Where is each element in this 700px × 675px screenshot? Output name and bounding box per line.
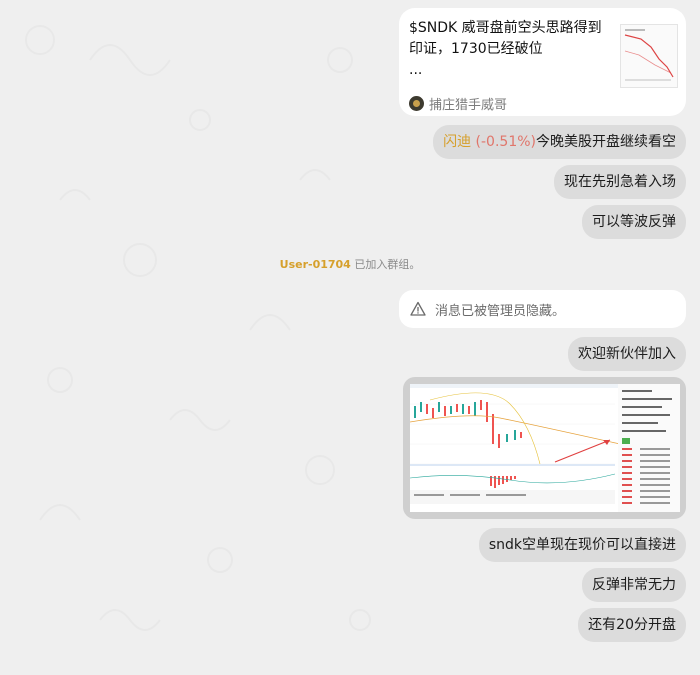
author-avatar (409, 96, 424, 111)
link-preview-thumbnail (620, 24, 678, 88)
message-bubble[interactable]: 闪迪 (-0.51%)今晚美股开盘继续看空 (433, 125, 686, 159)
hidden-message-text: 消息已被管理员隐藏。 (435, 303, 566, 319)
message-bubble[interactable]: sndk空单现在现价可以直接进 (478, 528, 686, 562)
stock-tag-name[interactable]: 闪迪 (443, 134, 471, 150)
message-text: 今晚美股开盘继续看空 (536, 134, 676, 150)
message-bubble[interactable]: 还有20分开盘 (578, 608, 686, 642)
image-message[interactable] (403, 377, 686, 519)
system-join-note: User-01704 已加入群组。 (0, 256, 700, 272)
message-text: 可以等波反弹 (592, 214, 676, 230)
message-bubble[interactable]: 可以等波反弹 (582, 205, 686, 239)
hidden-message-card: 消息已被管理员隐藏。 (399, 290, 686, 328)
chart-screenshot-image[interactable] (410, 384, 680, 512)
message-bubble[interactable]: 欢迎新伙伴加入 (568, 337, 686, 371)
message-text: 反弹非常无力 (592, 577, 676, 593)
stock-tag-change: (-0.51%) (475, 134, 536, 150)
chart-screenshot-graphic (410, 384, 680, 512)
link-preview-title: $SNDK 威哥盘前空头思路得到印证，1730已经破位 ... (409, 20, 602, 78)
message-bubble[interactable]: 反弹非常无力 (582, 568, 686, 602)
joined-username[interactable]: User-01704 (280, 258, 351, 271)
link-preview-card[interactable]: $SNDK 威哥盘前空头思路得到印证，1730已经破位 ... 捕庄猎手威哥 (399, 8, 686, 116)
message-text: 还有20分开盘 (588, 617, 676, 633)
message-bubble[interactable]: 现在先别急着入场 (554, 165, 686, 199)
message-text: 现在先别急着入场 (564, 174, 676, 190)
message-text: 欢迎新伙伴加入 (578, 346, 676, 362)
warning-icon (410, 301, 426, 316)
link-preview-author: 捕庄猎手威哥 (409, 94, 507, 113)
joined-text: 已加入群组。 (354, 258, 421, 271)
message-text: sndk空单现在现价可以直接进 (488, 537, 676, 553)
